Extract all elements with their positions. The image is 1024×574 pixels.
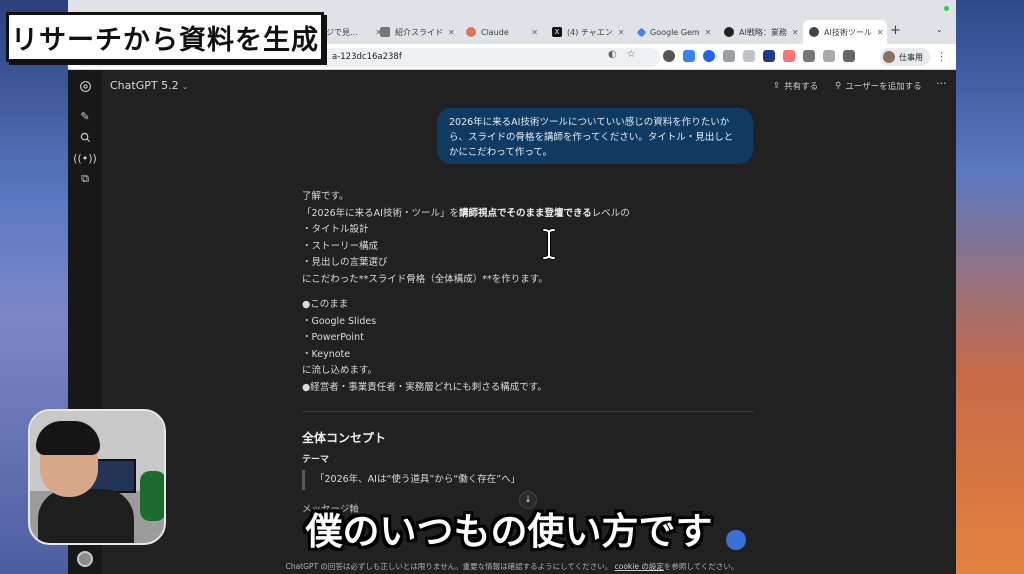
cookie-settings-link[interactable]: cookie の設定	[615, 562, 664, 571]
response-text: レベルの	[591, 207, 630, 219]
tab-2[interactable]: Claude ✕	[460, 22, 544, 42]
ai-logo-icon	[724, 27, 734, 37]
text-cursor-icon	[542, 228, 556, 260]
response-line: ・PowerPoint	[302, 332, 364, 343]
gemini-icon	[636, 27, 647, 37]
chat-header: ChatGPT 5.2 ⌄ ⇪ 共有する ⚲ ユーザーを追加する ···	[102, 70, 956, 102]
new-tab-button[interactable]: +	[890, 23, 901, 38]
add-user-button[interactable]: ⚲ ユーザーを追加する	[835, 80, 922, 92]
tab-3[interactable]: X (4) チャエン ✕	[546, 22, 630, 42]
model-name: ChatGPT 5.2	[110, 79, 179, 92]
tab-6-active[interactable]: AI技術ツール ✕	[803, 20, 887, 44]
share-button[interactable]: ⇪ 共有する	[773, 80, 818, 92]
tab-label: (4) チャエン	[567, 27, 613, 37]
download-icon[interactable]	[723, 50, 735, 62]
share-icon: ⇪	[773, 81, 781, 91]
response-line: に流し込めます。	[302, 365, 378, 376]
x-logo-icon: X	[552, 27, 562, 37]
tab-search-chevron-icon[interactable]: ⌄	[936, 25, 943, 34]
response-line: 了解です。	[302, 191, 349, 202]
extension-icon[interactable]	[683, 50, 695, 62]
video-subtitle: 僕のいつもの使い方です	[305, 510, 713, 553]
chatgpt-logo-icon[interactable]	[77, 78, 93, 94]
close-icon[interactable]: ✕	[531, 28, 538, 37]
extension-icon[interactable]	[663, 50, 675, 62]
bookmark-star-icon[interactable]: ☆	[627, 49, 636, 60]
response-line: ・Keynote	[302, 348, 351, 360]
browser-menu-icon[interactable]: ⋮	[936, 50, 947, 63]
close-icon[interactable]: ✕	[877, 28, 884, 37]
tab-label: Google Gem	[650, 27, 700, 37]
window-indicator-dot	[944, 6, 949, 11]
desktop-background-right	[956, 0, 1024, 574]
new-chat-icon[interactable]: ✎	[77, 108, 93, 124]
response-bold-text: 講師視点でそのまま登壇できる	[458, 207, 592, 219]
tab-1[interactable]: 紹介スライド ✕	[374, 22, 458, 42]
extension-icon[interactable]	[823, 50, 835, 62]
profile-button[interactable]: 仕事用	[880, 48, 930, 66]
share-label: 共有する	[784, 82, 819, 92]
extension-icon[interactable]	[743, 50, 755, 62]
close-icon[interactable]: ✕	[792, 28, 799, 37]
response-line: ●経営者・事業責任者・実務層どれにも刺さる構成です。	[302, 381, 547, 393]
response-line: ・見出しの言葉選び	[302, 257, 388, 268]
user-message-bubble: 2026年に来るAI技術ツールについていい感じの資料を作りたいから、スライドの骨…	[437, 108, 753, 164]
tab-label: 紹介スライド	[395, 27, 443, 37]
tab-label: AI技術ツール	[824, 27, 872, 37]
close-icon[interactable]: ✕	[448, 28, 455, 37]
response-line: ・タイトル設計	[302, 224, 369, 235]
tab-favicon-icon	[380, 27, 390, 37]
extension-icon[interactable]	[703, 50, 715, 62]
extension-icon[interactable]	[763, 50, 775, 62]
tab-label: AI戦略：業務	[739, 27, 787, 37]
claude-icon	[466, 27, 476, 37]
more-options-icon[interactable]: ···	[936, 77, 947, 90]
response-text: 「2026年に来るAI技術・ツール」を	[302, 207, 459, 219]
disclaimer-suffix: を参照してください。	[663, 562, 739, 571]
footer-disclaimer: ChatGPT の回答は必ずしも正しいとは限りません。重要な情報は確認するように…	[68, 561, 956, 572]
tab-label: ジで見...	[326, 27, 358, 37]
tab-5[interactable]: AI戦略：業務 ✕	[718, 22, 802, 42]
close-icon[interactable]: ✕	[705, 28, 712, 37]
chatgpt-icon	[809, 27, 819, 37]
voice-icon[interactable]: ((•))	[73, 150, 97, 166]
extensions-row	[663, 50, 855, 62]
model-selector[interactable]: ChatGPT 5.2 ⌄	[110, 79, 188, 92]
section-heading: 全体コンセプト	[302, 431, 387, 445]
search-icon[interactable]	[77, 129, 93, 145]
chevron-down-icon: ⌄	[181, 82, 189, 91]
response-line: ・ストーリー構成	[302, 240, 379, 252]
theme-quote: 「2026年、AIは“使う道具”から“働く存在”へ」	[302, 470, 520, 490]
tab-label: Claude	[481, 27, 509, 37]
user-message-text: 2026年に来るAI技術ツールについていい感じの資料を作りたいから、スライドの骨…	[449, 117, 734, 158]
assistant-response: 了解です。 「2026年に来るAI技術・ツール」を講師視点でそのまま登壇できるレ…	[302, 189, 754, 396]
theme-heading: テーマ	[302, 455, 330, 465]
browser-window: ジで見... ✕ 紹介スライド ✕ Claude ✕ X (4) チャエン ✕ …	[68, 0, 956, 574]
disclaimer-text: ChatGPT の回答は必ずしも正しいとは限りません。重要な情報は確認するように…	[285, 562, 613, 571]
video-title-badge: リサーチから資料を生成	[6, 12, 324, 62]
library-icon[interactable]: ⧉	[77, 171, 93, 187]
extension-icon[interactable]	[803, 50, 815, 62]
address-bar-icons: ◐ ☆	[608, 49, 636, 60]
profile-label: 仕事用	[899, 52, 923, 62]
section-divider	[302, 411, 754, 412]
site-settings-icon[interactable]: ◐	[608, 49, 617, 60]
url-text: a-123dc16a238f	[332, 52, 402, 62]
response-line: ●このまま	[302, 299, 349, 310]
response-line: ・Google Slides	[302, 315, 377, 327]
avatar	[883, 51, 895, 63]
tab-4[interactable]: Google Gem ✕	[632, 22, 716, 42]
webcam-overlay	[28, 409, 166, 545]
response-line: にこだわった**スライド骨格（全体構成）**を作ります。	[302, 273, 548, 285]
close-icon[interactable]: ✕	[618, 28, 625, 37]
add-user-icon: ⚲	[835, 81, 842, 91]
add-user-label: ユーザーを追加する	[845, 82, 922, 92]
response-line: 「2026年に来るAI技術・ツール」を講師視点でそのまま登壇できるレベルの	[302, 206, 754, 223]
extension-icon[interactable]	[783, 50, 795, 62]
extensions-puzzle-icon[interactable]	[843, 50, 855, 62]
